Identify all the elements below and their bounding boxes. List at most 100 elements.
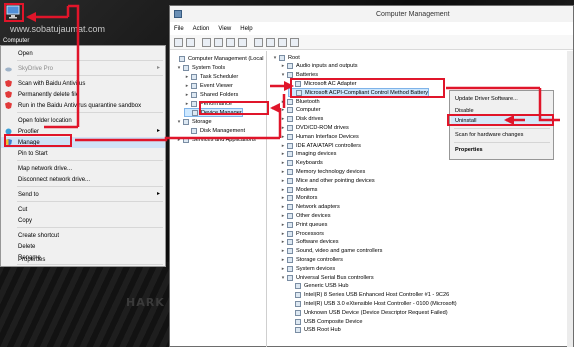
help-icon[interactable] xyxy=(238,38,247,47)
expander-icon[interactable]: ▸ xyxy=(184,83,190,89)
expander-icon[interactable]: ▸ xyxy=(280,222,286,228)
up-folder-icon[interactable] xyxy=(202,38,211,47)
expander-icon[interactable]: ▸ xyxy=(280,213,286,219)
show-hide-tree-icon[interactable] xyxy=(214,38,223,47)
menu-item-map-network-drive[interactable]: Map network drive... xyxy=(1,163,165,174)
device-tree-item[interactable]: ▸ Mice and other pointing devices xyxy=(280,176,375,185)
vertical-scrollbar[interactable] xyxy=(567,51,573,347)
device-tree-item[interactable]: ▸ Software devices xyxy=(280,238,339,247)
device-tree-item[interactable]: ▸ Monitors xyxy=(280,194,317,203)
device-tree-item[interactable]: Unknown USB Device (Device Descriptor Re… xyxy=(288,308,448,317)
tree-item-event-viewer[interactable]: ▸ Event Viewer xyxy=(184,81,233,90)
expander-icon[interactable]: ▸ xyxy=(280,169,286,175)
title-bar[interactable]: Computer Management xyxy=(170,6,573,22)
device-tree-item[interactable]: ▸ Disk drives xyxy=(280,115,323,124)
back-icon[interactable] xyxy=(174,38,183,47)
expander-icon[interactable]: ▸ xyxy=(280,99,286,105)
expander-icon[interactable]: ▸ xyxy=(280,187,286,193)
device-tree-item[interactable]: ▸ System devices xyxy=(280,264,335,273)
device-tree-item[interactable]: ▸ Bluetooth xyxy=(280,97,320,106)
menu-item-properties[interactable]: Properties xyxy=(1,254,165,265)
menu-item-open[interactable]: Open xyxy=(1,48,165,59)
menu-item-scan-baidu[interactable]: Scan with Baidu Antivirus xyxy=(1,78,165,89)
expander-icon[interactable]: ▸ xyxy=(280,134,286,140)
expander-icon[interactable]: ▸ xyxy=(280,107,286,113)
tree-item-services-and-applications[interactable]: ▸ Services and Applications xyxy=(176,135,256,144)
device-tree-item[interactable]: Intel(R) 8 Series USB Enhanced Host Cont… xyxy=(288,291,449,300)
device-tree-item[interactable]: ▸ Storage controllers xyxy=(280,255,343,264)
device-tree-item[interactable]: ▾ Universal Serial Bus controllers xyxy=(280,273,374,282)
device-tree-item[interactable]: ▸ Other devices xyxy=(280,211,331,220)
expander-icon[interactable]: ▸ xyxy=(184,92,190,98)
scan-hardware-icon[interactable] xyxy=(266,38,275,47)
menu-item-quarantine-sandbox[interactable]: Run in the Baidu Antivirus quarantine sa… xyxy=(1,100,165,111)
menu-item-permanently-delete[interactable]: Permanently delete file xyxy=(1,89,165,100)
device-tree-item[interactable]: Intel(R) USB 3.0 eXtensible Host Control… xyxy=(288,299,457,308)
menu-item-create-shortcut[interactable]: Create shortcut xyxy=(1,230,165,241)
expander-icon[interactable]: ▸ xyxy=(280,239,286,245)
device-tree-item[interactable]: ▸ Memory technology devices xyxy=(280,167,365,176)
device-tree-item[interactable]: ▸ Human Interface Devices xyxy=(280,132,359,141)
tree-item-disk-management[interactable]: Disk Management xyxy=(184,126,245,135)
uninstall-device-icon[interactable] xyxy=(290,38,299,47)
menu-item-skydrive-pro[interactable]: SkyDrive Pro ▸ xyxy=(1,63,165,74)
expander-icon[interactable]: ▸ xyxy=(176,137,182,143)
device-tree-item[interactable]: ▸ Imaging devices xyxy=(280,150,336,159)
tree-item-storage[interactable]: ▾ Storage xyxy=(176,117,212,126)
expander-icon[interactable]: ▸ xyxy=(280,116,286,122)
menu-item-disconnect-network-drive[interactable]: Disconnect network drive... xyxy=(1,174,165,185)
disable-device-icon[interactable] xyxy=(278,38,287,47)
device-tree-item[interactable]: ▸ Computer xyxy=(280,106,321,115)
expander-icon[interactable]: ▸ xyxy=(280,125,286,131)
expander-icon[interactable]: ▾ xyxy=(280,72,286,78)
device-tree-item[interactable]: ▸ Audio inputs and outputs xyxy=(280,62,358,71)
expander-icon[interactable]: ▸ xyxy=(280,257,286,263)
menu-item-copy[interactable]: Copy xyxy=(1,215,165,226)
device-tree-item[interactable]: ▸ DVD/CD-ROM drives xyxy=(280,123,349,132)
expander-icon[interactable]: ▸ xyxy=(280,204,286,210)
device-tree-item[interactable]: ▸ Network adapters xyxy=(280,203,340,212)
menu-item-cut[interactable]: Cut xyxy=(1,204,165,215)
device-tree-item[interactable]: ▸ Modems xyxy=(280,185,317,194)
expander-icon[interactable]: ▸ xyxy=(280,160,286,166)
menu-item-open-folder-location[interactable]: Open folder location xyxy=(1,115,165,126)
menu-help[interactable]: Help xyxy=(240,26,252,32)
device-tree-item[interactable]: USB Composite Device xyxy=(288,317,362,326)
expander-icon[interactable]: ▸ xyxy=(280,231,286,237)
expander-icon[interactable]: ▸ xyxy=(280,248,286,254)
menu-file[interactable]: File xyxy=(174,26,184,32)
menu-item-pin-to-start[interactable]: Pin to Start xyxy=(1,148,165,159)
device-tree-item[interactable]: USB Root Hub xyxy=(288,326,341,335)
tree-item-task-scheduler[interactable]: ▸ Task Scheduler xyxy=(184,72,238,81)
device-tree-item[interactable]: ▾ Root xyxy=(272,53,300,62)
device-tree-item[interactable]: ▸ Sound, video and game controllers xyxy=(280,247,382,256)
expander-icon[interactable]: ▾ xyxy=(176,119,182,125)
device-tree-item[interactable]: ▸ Processors xyxy=(280,229,324,238)
tree-item-computer-management[interactable]: Computer Management (Local xyxy=(172,54,264,63)
menu-item-delete[interactable]: Delete xyxy=(1,241,165,252)
menu-item-properties[interactable]: Properties xyxy=(455,145,483,155)
expander-icon[interactable]: ▾ xyxy=(280,275,286,281)
expander-icon[interactable]: ▸ xyxy=(184,74,190,80)
expander-icon[interactable]: ▾ xyxy=(176,65,182,71)
expander-icon[interactable]: ▸ xyxy=(280,178,286,184)
menu-item-scan-hardware[interactable]: Scan for hardware changes xyxy=(455,130,523,140)
expander-icon[interactable]: ▸ xyxy=(280,143,286,149)
device-tree-item[interactable]: ▸ Print queues xyxy=(280,220,327,229)
menu-action[interactable]: Action xyxy=(193,26,210,32)
device-tree-item[interactable]: Generic USB Hub xyxy=(288,282,348,291)
expander-icon[interactable]: ▸ xyxy=(280,266,286,272)
expander-icon[interactable]: ▸ xyxy=(280,195,286,201)
tree-item-shared-folders[interactable]: ▸ Shared Folders xyxy=(184,90,238,99)
expander-icon[interactable]: ▾ xyxy=(272,55,278,61)
expander-icon[interactable]: ▸ xyxy=(184,101,190,107)
menu-item-update-driver[interactable]: Update Driver Software... xyxy=(455,94,518,104)
properties-icon[interactable] xyxy=(226,38,235,47)
expander-icon[interactable]: ▸ xyxy=(280,151,286,157)
menu-view[interactable]: View xyxy=(218,26,231,32)
device-tree-item[interactable]: ▸ Keyboards xyxy=(280,159,323,168)
device-tree-item[interactable]: ▸ IDE ATA/ATAPI controllers xyxy=(280,141,361,150)
expander-icon[interactable]: ▸ xyxy=(280,63,286,69)
menu-item-send-to[interactable]: Send to ▸ xyxy=(1,189,165,200)
tree-item-system-tools[interactable]: ▾ System Tools xyxy=(176,63,225,72)
